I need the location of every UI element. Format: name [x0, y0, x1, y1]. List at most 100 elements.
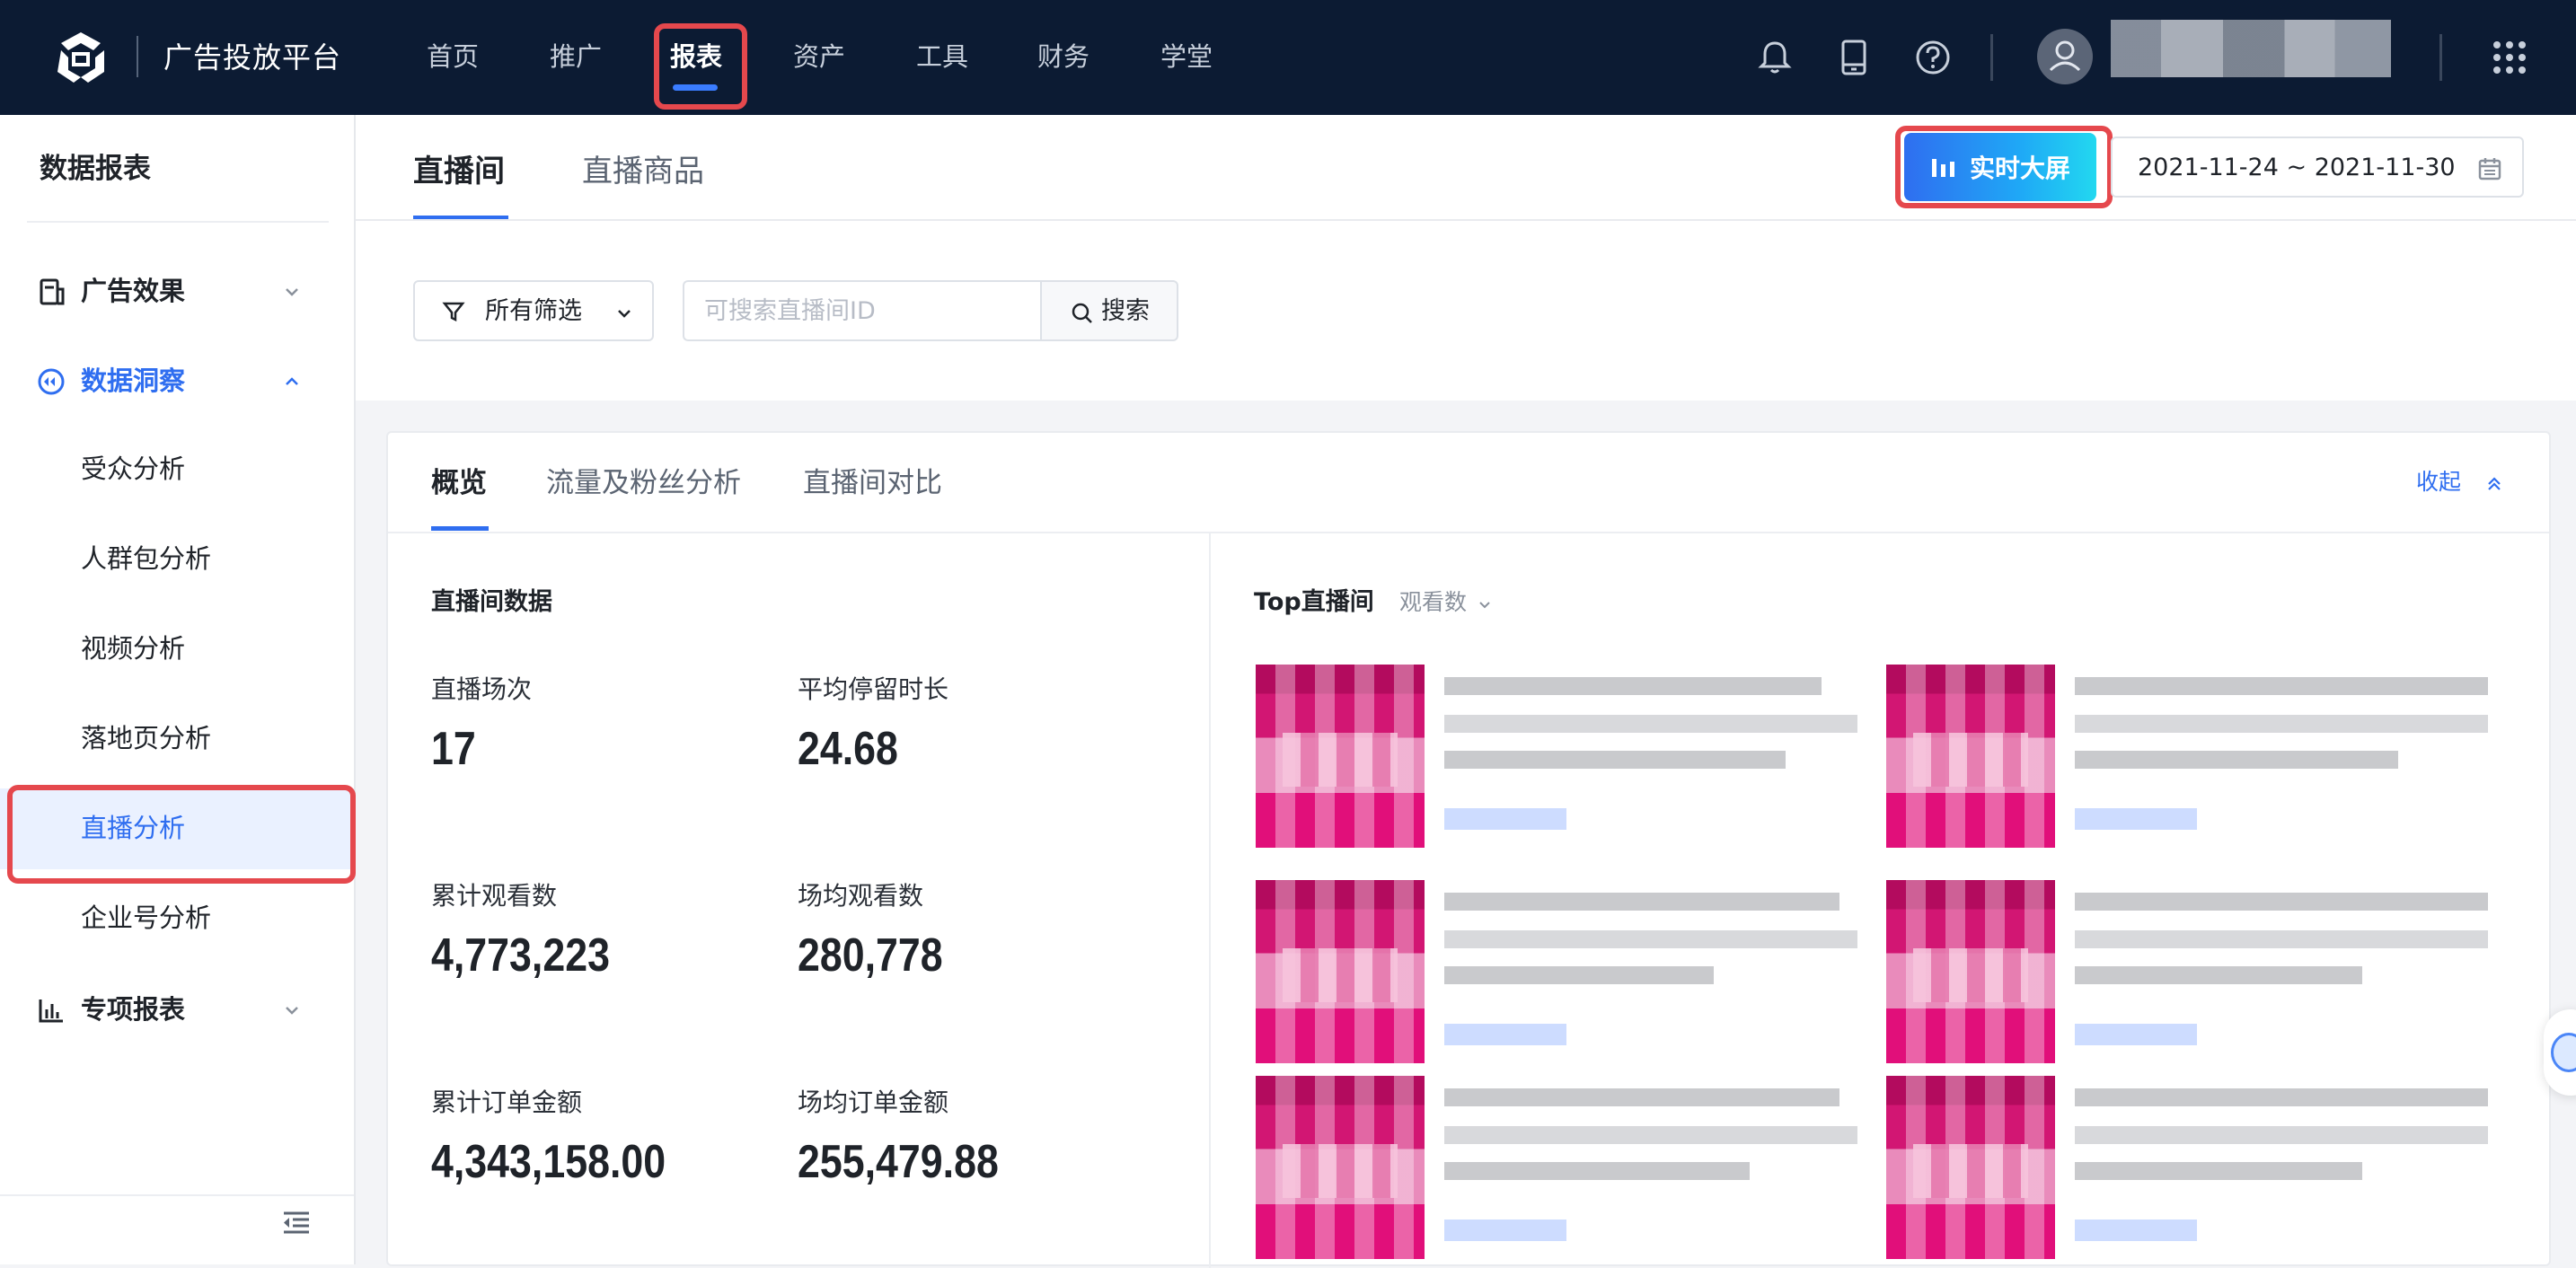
redacted-text	[2075, 930, 2488, 948]
chevron-down-icon	[286, 1007, 298, 1015]
redacted-text	[2075, 751, 2398, 769]
filter-icon	[442, 302, 465, 322]
nav-finance[interactable]: 财务	[1037, 32, 1090, 81]
username-redacted[interactable]	[2111, 20, 2391, 77]
highlight-box-live-analysis	[7, 785, 356, 884]
redacted-text	[1444, 751, 1786, 769]
sidebar-item-audience-analysis[interactable]: 受众分析	[0, 429, 354, 510]
redacted-tag	[2075, 1220, 2197, 1241]
sidebar-divider	[27, 221, 329, 223]
top-live-room-item[interactable]	[1886, 1076, 2497, 1259]
insight-icon	[38, 368, 65, 395]
double-chevron-up-icon[interactable]	[2484, 474, 2504, 494]
sidebar-item-enterprise-account-analysis[interactable]: 企业号分析	[0, 878, 354, 959]
sidebar-item-label: 受众分析	[81, 453, 186, 484]
sidebar-item-label: 视频分析	[81, 633, 186, 664]
all-filters-label: 所有筛选	[485, 297, 582, 325]
top-live-room-item[interactable]	[1256, 665, 1866, 848]
redacted-tag	[1444, 1220, 1566, 1241]
top-live-room-item[interactable]	[1886, 665, 2497, 848]
redacted-tag	[2075, 1024, 2197, 1045]
tab-traffic-fans-analysis[interactable]: 流量及粉丝分析	[546, 465, 741, 501]
top-live-room-item[interactable]	[1256, 880, 1866, 1063]
redacted-text	[2075, 893, 2488, 911]
redacted-tag	[1444, 808, 1566, 830]
nav-home[interactable]: 首页	[427, 32, 479, 81]
live-analysis-card: 概览 流量及粉丝分析 直播间对比 收起 直播间数据 直播场次 17 平均停留时长…	[386, 431, 2551, 1268]
nav-assets[interactable]: 资产	[793, 32, 845, 81]
top-separator	[2439, 34, 2442, 81]
tablet-icon[interactable]	[1832, 36, 1875, 79]
metric-value: 17	[431, 723, 476, 775]
chevron-down-icon[interactable]	[1477, 596, 1493, 612]
top-live-room-item[interactable]	[1256, 1076, 1866, 1259]
date-range-picker[interactable]: 2021-11-24 ~ 2021-11-30	[2111, 136, 2524, 198]
bell-icon[interactable]	[1753, 36, 1796, 79]
live-room-id-search-input[interactable]	[683, 280, 1040, 341]
sidebar-item-crowd-pack-analysis[interactable]: 人群包分析	[0, 519, 354, 600]
live-stats-title: 直播间数据	[431, 588, 552, 616]
redacted-text	[1444, 930, 1857, 948]
tabs-divider	[356, 219, 2576, 221]
redacted-text	[1444, 1088, 1839, 1106]
tab-live-room[interactable]: 直播间	[413, 149, 505, 194]
live-room-thumbnail	[1886, 880, 2055, 1063]
tab-live-products[interactable]: 直播商品	[582, 149, 704, 194]
sidebar-group-data-insight[interactable]: 数据洞察	[0, 354, 354, 408]
tab-overview[interactable]: 概览	[431, 465, 487, 501]
platform-logo-icon[interactable]	[50, 27, 111, 88]
sidebar-item-landing-page-analysis[interactable]: 落地页分析	[0, 699, 354, 779]
sidebar-group-label: 数据洞察	[81, 365, 186, 396]
redacted-text	[1444, 893, 1839, 911]
sidebar-item-video-analysis[interactable]: 视频分析	[0, 609, 354, 690]
card-tab-active-indicator	[431, 526, 489, 531]
metric-value: 4,343,158.00	[431, 1136, 666, 1188]
tab-live-room-compare[interactable]: 直播间对比	[803, 465, 942, 501]
redacted-text	[1444, 1162, 1750, 1180]
user-icon	[2049, 40, 2081, 72]
card-tabs-divider	[388, 532, 2549, 533]
top-live-rooms-title: Top直播间	[1254, 588, 1374, 616]
top-live-room-item[interactable]	[1886, 880, 2497, 1063]
live-room-thumbnail	[1256, 880, 1425, 1063]
app-grid-icon[interactable]	[2488, 36, 2531, 79]
metric-label: 累计观看数	[431, 881, 558, 911]
nav-promotion[interactable]: 推广	[550, 32, 602, 81]
highlight-box-realtime-screen	[1895, 126, 2113, 208]
avatar[interactable]	[2037, 29, 2093, 84]
floating-assistant-button[interactable]	[2544, 1009, 2576, 1096]
metric-value: 280,778	[798, 929, 943, 982]
sidebar-group-label: 广告效果	[81, 276, 186, 306]
nav-tools[interactable]: 工具	[916, 32, 968, 81]
collapse-sidebar-icon[interactable]	[280, 1209, 313, 1236]
metric-value: 255,479.88	[798, 1136, 999, 1188]
help-icon[interactable]	[1911, 36, 1954, 79]
search-button[interactable]: 搜索	[1040, 280, 1178, 341]
collapse-link[interactable]: 收起	[2416, 467, 2461, 498]
live-room-thumbnail	[1256, 1076, 1425, 1259]
redacted-text	[1444, 677, 1822, 695]
redacted-text	[2075, 715, 2488, 733]
calendar-icon	[2478, 158, 2501, 181]
highlight-box-nav-reports	[654, 23, 747, 110]
top-sort-select[interactable]: 观看数	[1399, 587, 1467, 618]
redacted-text	[2075, 677, 2488, 695]
nav-academy[interactable]: 学堂	[1160, 32, 1213, 81]
brand-divider	[137, 36, 138, 77]
bar-chart-icon	[39, 999, 63, 1023]
redacted-text	[2075, 1126, 2488, 1144]
chevron-down-icon	[618, 310, 631, 318]
metric-label: 平均停留时长	[798, 674, 949, 704]
sidebar-group-special-report[interactable]: 专项报表	[0, 982, 354, 1036]
sidebar-bottom-divider	[0, 1194, 354, 1196]
sidebar-group-ad-effect[interactable]: 广告效果	[0, 264, 354, 318]
column-divider	[1209, 533, 1211, 1268]
sidebar-item-label: 落地页分析	[81, 723, 212, 753]
all-filters-dropdown[interactable]: 所有筛选	[413, 280, 654, 341]
sidebar-title: 数据报表	[40, 153, 151, 185]
metric-label: 累计订单金额	[431, 1087, 583, 1117]
live-room-thumbnail	[1886, 665, 2055, 848]
redacted-text	[1444, 1126, 1857, 1144]
chevron-up-icon	[286, 377, 298, 385]
redacted-text	[2075, 1088, 2488, 1106]
